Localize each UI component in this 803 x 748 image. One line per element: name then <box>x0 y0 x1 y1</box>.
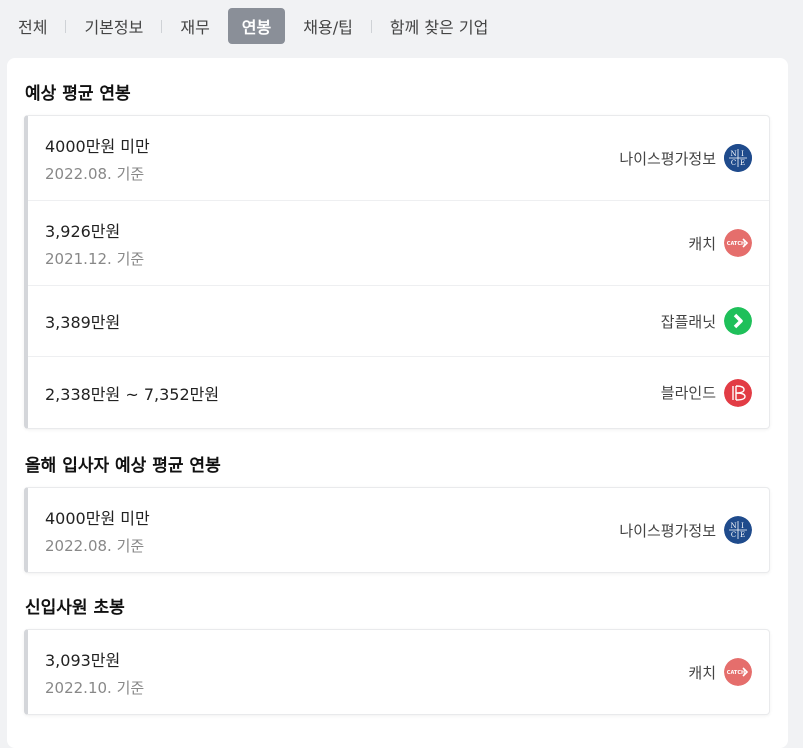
salary-row: 4000만원 미만 2022.08. 기준 나이스평가정보 N I C E <box>28 488 769 572</box>
svg-text:E: E <box>740 531 745 539</box>
svg-text:N: N <box>730 150 736 158</box>
svg-text:E: E <box>740 159 745 167</box>
salary-row: 3,389만원 잡플래닛 <box>28 286 769 357</box>
salary-panel: 예상 평균 연봉 4000만원 미만 2022.08. 기준 나이스평가정보 N… <box>7 58 788 748</box>
tab-basic-info[interactable]: 기본정보 <box>84 14 143 38</box>
source-label: 나이스평가정보 <box>619 521 716 540</box>
new-hire-salary-card: 4000만원 미만 2022.08. 기준 나이스평가정보 N I C E <box>24 487 770 573</box>
salary-row: 2,338만원 ~ 7,352만원 블라인드 <box>28 357 769 428</box>
tab-finance[interactable]: 재무 <box>180 14 209 38</box>
section-title-new-hire-salary: 올해 입사자 예상 평균 연봉 <box>25 456 221 476</box>
starting-salary-card: 3,093만원 2022.10. 기준 캐치 CATCH <box>24 629 770 715</box>
nice-logo-icon: N I C E <box>724 516 752 544</box>
svg-text:I: I <box>741 522 744 530</box>
salary-value: 3,926만원 <box>45 221 121 241</box>
tab-recruit-tips[interactable]: 채용/팁 <box>303 14 353 38</box>
tab-bar: 전체 기본정보 재무 연봉 채용/팁 함께 찾은 기업 <box>0 0 803 52</box>
salary-date: 2022.08. 기준 <box>45 164 145 183</box>
blind-logo-icon <box>724 378 752 407</box>
svg-text:N: N <box>730 522 736 530</box>
tab-all[interactable]: 전체 <box>18 14 47 38</box>
salary-value: 4000만원 미만 <box>45 508 150 528</box>
nice-logo-icon: N I C E <box>724 144 752 172</box>
salary-row: 3,093만원 2022.10. 기준 캐치 CATCH <box>28 630 769 714</box>
salary-row: 3,926만원 2021.12. 기준 캐치 CATCH <box>28 201 769 286</box>
svg-text:CATCH: CATCH <box>727 670 745 676</box>
salary-value: 3,093만원 <box>45 650 121 670</box>
salary-value: 4000만원 미만 <box>45 136 150 156</box>
section-title-starting-salary: 신입사원 초봉 <box>25 598 125 618</box>
tab-divider <box>161 19 163 33</box>
tab-related-companies[interactable]: 함께 찾은 기업 <box>390 14 489 38</box>
svg-text:I: I <box>741 150 744 158</box>
source-label: 나이스평가정보 <box>619 149 716 168</box>
svg-text:CATCH: CATCH <box>727 241 745 247</box>
salary-value: 2,338만원 ~ 7,352만원 <box>45 384 220 404</box>
catch-logo-icon: CATCH <box>724 658 752 686</box>
salary-value: 3,389만원 <box>45 313 121 332</box>
section-title-avg-salary: 예상 평균 연봉 <box>25 84 131 104</box>
source-label: 블라인드 <box>660 384 716 402</box>
tab-salary[interactable]: 연봉 <box>227 8 286 44</box>
source-label: 캐치 <box>688 234 716 253</box>
catch-logo-icon: CATCH <box>724 229 752 257</box>
avg-salary-card: 4000만원 미만 2022.08. 기준 나이스평가정보 N I C E 3,… <box>24 115 770 429</box>
salary-row: 4000만원 미만 2022.08. 기준 나이스평가정보 N I C E <box>28 116 769 201</box>
source-label: 캐치 <box>688 663 716 682</box>
source-label: 잡플래닛 <box>660 312 716 331</box>
salary-date: 2021.12. 기준 <box>45 249 145 268</box>
tab-divider <box>65 19 67 33</box>
salary-date: 2022.10. 기준 <box>45 678 145 697</box>
svg-text:C: C <box>731 159 736 167</box>
jobplanet-logo-icon <box>724 307 752 335</box>
tab-divider <box>370 19 372 33</box>
svg-text:C: C <box>731 531 736 539</box>
salary-date: 2022.08. 기준 <box>45 536 145 555</box>
